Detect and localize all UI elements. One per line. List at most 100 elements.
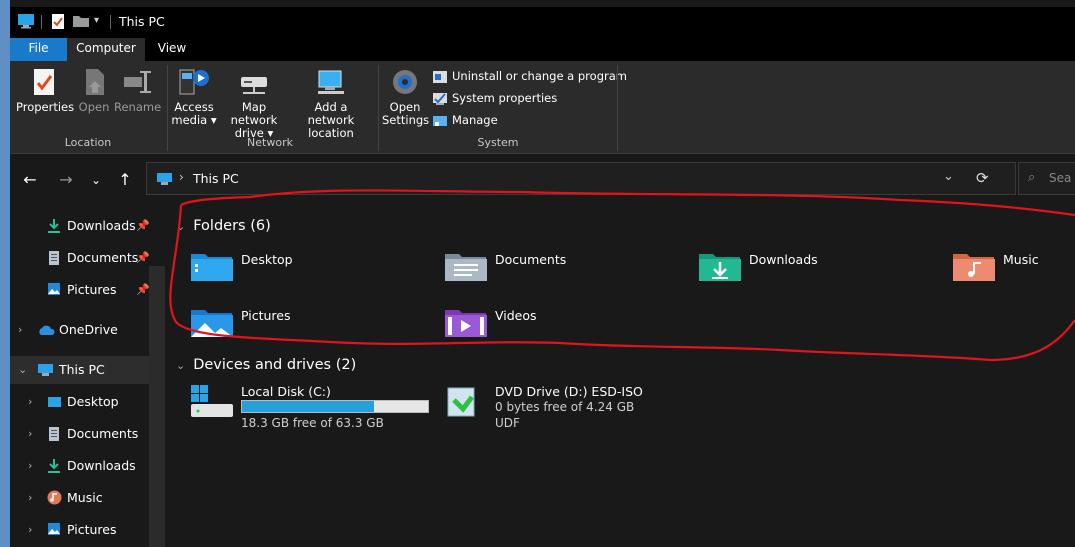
expand-chevron-icon[interactable]: › bbox=[28, 420, 32, 448]
this-pc-icon bbox=[18, 14, 34, 29]
sidebar-item-pictures[interactable]: › Pictures bbox=[10, 516, 150, 544]
folder-videos[interactable]: Videos bbox=[444, 304, 684, 348]
address-dropdown-button[interactable]: ⌄ bbox=[943, 169, 954, 184]
uninstall-icon bbox=[433, 70, 447, 83]
ribbon: Properties Open Rename Location Access m… bbox=[10, 61, 1075, 154]
expand-chevron-icon[interactable]: › bbox=[28, 388, 32, 416]
system-properties-icon bbox=[433, 92, 447, 105]
rename-icon bbox=[124, 71, 151, 93]
recent-locations-button[interactable]: ⌄ bbox=[86, 170, 106, 190]
access-media-label-1: Access bbox=[174, 100, 214, 114]
folder-downloads[interactable]: Downloads bbox=[698, 248, 938, 292]
access-media-button[interactable]: Access media ▾ bbox=[170, 67, 218, 127]
system-properties-button[interactable]: System properties bbox=[432, 89, 557, 107]
new-folder-quick-access-icon[interactable] bbox=[72, 14, 90, 28]
tab-file[interactable]: File bbox=[10, 38, 67, 61]
sidebar-item-label: Pictures bbox=[67, 522, 117, 537]
sidebar-item-onedrive[interactable]: › OneDrive bbox=[10, 316, 150, 344]
up-button[interactable]: ↑ bbox=[115, 170, 135, 190]
expand-chevron-icon[interactable]: › bbox=[28, 452, 32, 480]
group-label-network: Network bbox=[247, 136, 293, 149]
uninstall-program-button[interactable]: Uninstall or change a program bbox=[432, 67, 627, 85]
downloads-icon bbox=[48, 459, 60, 473]
add-location-label-1: Add a network bbox=[307, 100, 355, 127]
window-frame bbox=[0, 0, 10, 547]
properties-button[interactable]: Properties bbox=[16, 67, 74, 114]
videos-folder-icon bbox=[445, 310, 487, 337]
this-pc-icon bbox=[38, 364, 53, 376]
sidebar-item-desktop[interactable]: › Desktop bbox=[10, 388, 150, 416]
sidebar-item-documents-quick[interactable]: Documents 📌 bbox=[10, 244, 150, 272]
add-network-location-button[interactable]: Add a network location bbox=[291, 67, 371, 140]
customize-quick-access-dropdown[interactable]: ▾ bbox=[94, 15, 99, 26]
drive-dvd-d[interactable]: DVD Drive (D:) ESD-ISO 0 bytes free of 4… bbox=[444, 384, 694, 432]
title-bar: ▾ This PC bbox=[10, 7, 1075, 38]
open-settings-button[interactable]: Open Settings bbox=[382, 67, 430, 127]
expand-chevron-icon[interactable]: › bbox=[28, 484, 32, 512]
back-button[interactable]: ← bbox=[20, 170, 40, 190]
folder-music[interactable]: Music bbox=[952, 248, 1075, 292]
breadcrumb-this-pc[interactable]: This PC bbox=[193, 171, 239, 186]
address-bar[interactable]: › This PC ⌄ ⟳ bbox=[146, 162, 1016, 195]
sidebar-item-pictures-quick[interactable]: Pictures 📌 bbox=[10, 276, 150, 304]
add-location-label-2: location bbox=[308, 126, 354, 140]
rename-label: Rename bbox=[114, 100, 162, 114]
documents-folder-icon bbox=[445, 254, 487, 281]
forward-button[interactable]: → bbox=[56, 170, 76, 190]
sidebar-item-label: Music bbox=[67, 490, 103, 505]
collapse-chevron-icon[interactable]: ⌄ bbox=[18, 356, 27, 384]
pin-icon: 📌 bbox=[136, 219, 150, 232]
properties-icon bbox=[34, 69, 54, 95]
documents-icon bbox=[49, 427, 59, 441]
collapse-chevron-icon: ⌄ bbox=[176, 359, 186, 372]
drive-free-space: 0 bytes free of 4.24 GB bbox=[495, 400, 635, 414]
map-network-drive-button[interactable]: Map network drive ▾ bbox=[217, 67, 291, 140]
rename-button[interactable]: Rename bbox=[114, 67, 162, 114]
dvd-drive-icon bbox=[447, 387, 475, 417]
pictures-icon bbox=[48, 523, 60, 535]
expand-chevron-icon[interactable]: › bbox=[18, 316, 22, 344]
drive-file-system: UDF bbox=[495, 416, 520, 430]
pin-icon: 📌 bbox=[136, 251, 150, 264]
sidebar-item-music[interactable]: › Music bbox=[10, 484, 150, 512]
folder-documents[interactable]: Documents bbox=[444, 248, 684, 292]
open-button[interactable]: Open bbox=[76, 67, 112, 114]
sidebar-item-label: Desktop bbox=[67, 394, 119, 409]
drive-label: DVD Drive (D:) ESD-ISO bbox=[495, 384, 643, 399]
collapse-chevron-icon: ⌄ bbox=[176, 220, 186, 233]
open-settings-label-2: Settings bbox=[382, 113, 430, 127]
desktop-folder-icon bbox=[191, 254, 233, 281]
group-label-system: System bbox=[477, 136, 519, 149]
search-box[interactable]: ⌕ Sea bbox=[1018, 162, 1075, 195]
pictures-folder-icon bbox=[191, 310, 233, 337]
sidebar-item-label: Downloads bbox=[67, 218, 136, 233]
expand-chevron-icon[interactable]: › bbox=[28, 516, 32, 544]
breadcrumb-separator-icon: › bbox=[179, 170, 184, 184]
folder-label: Downloads bbox=[749, 252, 818, 267]
sidebar-item-documents[interactable]: › Documents bbox=[10, 420, 150, 448]
refresh-button[interactable]: ⟳ bbox=[976, 169, 989, 187]
folder-desktop[interactable]: Desktop bbox=[190, 248, 430, 292]
sidebar-item-downloads[interactable]: › Downloads bbox=[10, 452, 150, 480]
folders-section-header[interactable]: ⌄ Folders (6) bbox=[176, 218, 271, 234]
sidebar-item-this-pc[interactable]: ⌄ This PC bbox=[10, 356, 150, 384]
onedrive-cloud-icon bbox=[39, 325, 55, 335]
tab-computer[interactable]: Computer bbox=[67, 38, 145, 61]
search-placeholder: Sea bbox=[1049, 171, 1072, 185]
drive-usage-bar bbox=[241, 400, 429, 413]
devices-section-header[interactable]: ⌄ Devices and drives (2) bbox=[176, 357, 356, 373]
tab-view[interactable]: View bbox=[150, 38, 194, 61]
drive-local-disk-c[interactable]: Local Disk (C:) 18.3 GB free of 63.3 GB bbox=[190, 384, 440, 432]
search-icon: ⌕ bbox=[1028, 170, 1036, 185]
group-label-location: Location bbox=[64, 136, 112, 149]
folder-pictures[interactable]: Pictures bbox=[190, 304, 430, 348]
manage-button[interactable]: Manage bbox=[432, 111, 498, 129]
window-title: This PC bbox=[119, 14, 165, 29]
properties-quick-access-icon[interactable] bbox=[51, 13, 65, 30]
sidebar-scrollbar[interactable] bbox=[149, 266, 165, 547]
content-pane: ⌄ Folders (6) Desktop Documents Downloads… bbox=[170, 206, 1075, 547]
folder-label: Desktop bbox=[241, 252, 293, 267]
folder-label: Pictures bbox=[241, 308, 291, 323]
sidebar-item-downloads-quick[interactable]: Downloads 📌 bbox=[10, 212, 150, 240]
open-icon bbox=[86, 69, 104, 95]
